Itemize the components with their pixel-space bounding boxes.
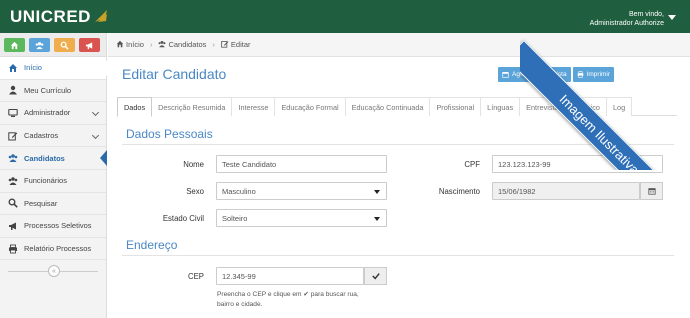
home-icon <box>10 41 19 49</box>
quick-search-button[interactable] <box>54 38 75 52</box>
calendar-icon <box>647 188 656 195</box>
tab-descricao-resumida[interactable]: Descrição Resumida <box>152 97 233 116</box>
breadcrumb-separator: › <box>149 40 153 49</box>
cep-help-text: Preencha o CEP e clique em ✔ para buscar… <box>217 291 359 308</box>
quick-home-button[interactable] <box>4 38 25 52</box>
chevron-down-icon <box>91 109 100 117</box>
page-actions: Agendar entrevista Imprimir <box>498 67 615 82</box>
breadcrumb-item-editar: Editar <box>221 40 250 49</box>
cpf-label: CPF <box>464 160 480 169</box>
edit-icon <box>7 130 18 141</box>
edit-icon <box>221 41 229 48</box>
sidebar-item-label: Funcionários <box>24 176 67 186</box>
sidebar-item-pesquisar[interactable]: Pesquisar <box>0 193 106 216</box>
top-bar: UNICRED Bem vindo, Administrador Authori… <box>0 0 690 33</box>
bullhorn-icon <box>7 220 18 231</box>
quick-actions <box>0 33 106 57</box>
nome-label: Nome <box>183 160 204 169</box>
bullhorn-icon <box>85 41 93 49</box>
nome-field[interactable]: Teste Candidato <box>216 155 387 173</box>
sidebar-item-inicio[interactable]: Início <box>0 57 107 80</box>
sidebar-collapse-row: « <box>0 260 106 282</box>
tab-interesse[interactable]: Interesse <box>232 97 276 116</box>
app-logo[interactable]: UNICRED <box>10 7 109 27</box>
tab-dados[interactable]: Dados <box>117 97 153 117</box>
home-icon <box>116 40 124 48</box>
search-icon <box>7 198 18 209</box>
user-name: Administrador Authorize <box>589 20 664 27</box>
cep-search-button[interactable] <box>364 267 387 285</box>
calendar-icon <box>502 72 509 78</box>
sidebar-item-label: Administrador <box>24 108 71 118</box>
nascimento-field[interactable]: 15/06/1982 <box>492 182 640 200</box>
sidebar-item-label: Processos Seletivos <box>24 221 92 231</box>
schedule-interview-button[interactable]: Agendar entrevista <box>498 67 571 82</box>
quick-users-button[interactable] <box>29 38 50 52</box>
home-icon <box>7 62 18 73</box>
search-icon <box>60 41 69 50</box>
divider <box>122 255 674 256</box>
section-title-dados-pessoais: Dados Pessoais <box>126 127 213 141</box>
sexo-label: Sexo <box>186 187 204 196</box>
nascimento-label: Nascimento <box>438 187 480 196</box>
caret-down-icon <box>374 217 380 221</box>
breadcrumb-item-candidatos[interactable]: Candidatos <box>158 40 206 49</box>
cep-label: CEP <box>187 272 204 281</box>
tab-entrevista[interactable]: Entrevista <box>520 97 566 116</box>
chevron-down-icon <box>91 131 100 139</box>
user-menu-caret-icon[interactable] <box>668 15 676 20</box>
users-icon <box>35 41 44 49</box>
print-icon <box>7 243 18 254</box>
caret-down-icon <box>374 190 380 194</box>
tab-bar: Dados Descrição Resumida Interesse Educa… <box>117 97 677 117</box>
divider <box>122 144 674 145</box>
user-greeting: Bem vindo, <box>628 11 664 18</box>
sidebar-item-candidatos[interactable]: Candidatos <box>0 147 107 170</box>
tab-educacao-continuada[interactable]: Educação Continuada <box>345 97 431 116</box>
sidebar-item-label: Pesquisar <box>24 198 58 208</box>
sidebar-item-cadastros[interactable]: Cadastros <box>0 125 106 148</box>
users-icon <box>158 40 166 48</box>
tab-linguas[interactable]: Línguas <box>481 97 521 116</box>
tab-historico[interactable]: Histórico <box>565 97 607 116</box>
sidebar-item-processos-seletivos[interactable]: Processos Seletivos <box>0 215 106 238</box>
breadcrumb: Início › Candidatos › Editar <box>108 33 690 57</box>
sidebar-item-label: Candidatos <box>24 153 65 163</box>
active-marker <box>100 60 107 76</box>
user-icon <box>7 85 18 96</box>
print-button[interactable]: Imprimir <box>572 67 615 82</box>
sidebar-item-relatorio-processos[interactable]: Relatório Processos <box>0 238 106 261</box>
quick-bullhorn-button[interactable] <box>79 38 100 52</box>
tab-profissional[interactable]: Profissional <box>430 97 482 116</box>
users-icon <box>7 175 18 186</box>
cpf-field[interactable]: 123.123.123-99 <box>492 155 663 173</box>
cep-field[interactable]: 12.345-99 <box>216 267 364 285</box>
sidebar-item-meu-curriculo[interactable]: Meu Currículo <box>0 80 106 103</box>
tab-educacao-formal[interactable]: Educação Formal <box>275 97 346 116</box>
logo-leaf-icon <box>94 10 107 22</box>
print-icon <box>577 71 583 78</box>
sidebar-item-label: Relatório Processos <box>24 244 92 254</box>
check-icon <box>371 273 380 280</box>
sidebar: Início Meu Currículo Administrador Cadas… <box>0 33 107 318</box>
user-menu[interactable]: Bem vindo, Administrador Authorize <box>590 10 664 28</box>
sexo-select[interactable]: Masculino <box>216 182 387 200</box>
sidebar-item-administrador[interactable]: Administrador <box>0 102 106 125</box>
estado-civil-select[interactable]: Solteiro <box>216 209 387 227</box>
sidebar-item-funcionarios[interactable]: Funcionários <box>0 170 106 193</box>
section-title-endereco: Endereço <box>126 238 178 252</box>
sidebar-item-label: Meu Currículo <box>24 85 72 95</box>
estado-civil-label: Estado Civil <box>162 214 204 223</box>
tab-log[interactable]: Log <box>606 97 633 116</box>
sidebar-collapse-button[interactable]: « <box>48 265 60 278</box>
active-marker <box>100 150 107 167</box>
sidebar-item-label: Cadastros <box>24 131 59 141</box>
calendar-button[interactable] <box>640 182 663 200</box>
desktop-icon <box>7 107 18 118</box>
breadcrumb-separator: › <box>212 40 215 49</box>
breadcrumb-item-inicio[interactable]: Início <box>116 40 144 49</box>
sidebar-item-label: Início <box>24 63 42 73</box>
users-icon <box>7 153 18 164</box>
page-title: Editar Candidato <box>122 66 227 82</box>
